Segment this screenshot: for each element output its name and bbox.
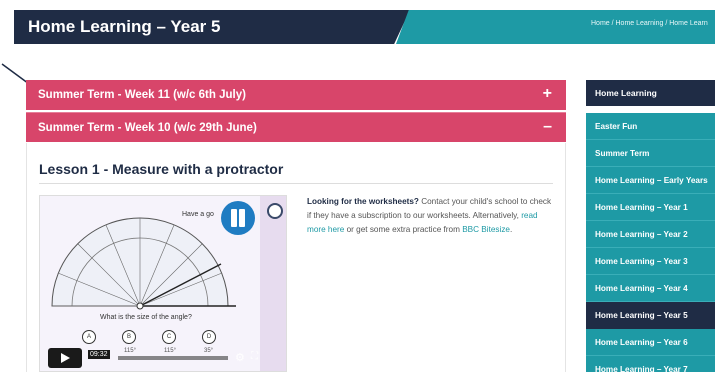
accordion-week-10[interactable]: Summer Term - Week 10 (w/c 29th June) –	[26, 112, 566, 142]
option-a: A	[82, 330, 96, 344]
expand-icon[interactable]: +	[543, 85, 552, 103]
breadcrumb[interactable]: Home / Home Learning / Home Learn	[591, 20, 708, 27]
play-icon[interactable]	[48, 348, 82, 368]
sidebar-heading[interactable]: Home Learning	[586, 80, 715, 106]
video-controls: 09:32 ⚙ ⛶	[48, 348, 268, 368]
accordion-week-11[interactable]: Summer Term - Week 11 (w/c 6th July) +	[26, 80, 566, 110]
question-text: What is the size of the angle?	[100, 314, 192, 321]
sidebar-item-year-4[interactable]: Home Learning – Year 4	[586, 275, 715, 302]
have-a-go-label: Have a go	[182, 211, 214, 218]
option-c: C	[162, 330, 176, 344]
info-text: or get some extra practice from	[344, 225, 463, 234]
video-time: 09:32	[88, 350, 110, 359]
page: Home Learning – Year 5 Home / Home Learn…	[0, 0, 715, 372]
info-heading: Looking for the worksheets?	[307, 197, 419, 206]
breadcrumb-bar	[396, 10, 715, 44]
protractor-image	[51, 217, 236, 310]
collapse-icon[interactable]: –	[543, 118, 552, 136]
bbc-bitesize-link[interactable]: BBC Bitesize	[462, 225, 510, 234]
sidebar-item-early-years[interactable]: Home Learning – Early Years	[586, 167, 715, 194]
info-text: .	[509, 225, 513, 234]
video-player[interactable]: Have a go What is the size of the angle?…	[39, 195, 287, 372]
sidebar-item-year-3[interactable]: Home Learning – Year 3	[586, 248, 715, 275]
page-title: Home Learning – Year 5	[28, 17, 221, 36]
video-progress-bar[interactable]	[118, 356, 228, 360]
video-sidebar	[260, 196, 286, 371]
lesson-title: Lesson 1 - Measure with a protractor	[39, 161, 284, 177]
accordion-panel: Lesson 1 - Measure with a protractor Hav…	[26, 143, 566, 372]
sidebar-item-year-6[interactable]: Home Learning – Year 6	[586, 329, 715, 356]
option-d: D	[202, 330, 216, 344]
sidebar-item-easter-fun[interactable]: Easter Fun	[586, 113, 715, 140]
logo-icon	[267, 203, 283, 219]
pause-icon[interactable]	[221, 201, 255, 235]
sidebar-item-year-7[interactable]: Home Learning – Year 7	[586, 356, 715, 372]
sidebar-item-year-1[interactable]: Home Learning – Year 1	[586, 194, 715, 221]
accordion-label: Summer Term - Week 10 (w/c 29th June)	[38, 121, 257, 134]
option-b: B	[122, 330, 136, 344]
gear-icon[interactable]: ⚙	[235, 351, 245, 364]
worksheet-info: Looking for the worksheets? Contact your…	[307, 195, 552, 237]
sidebar-item-year-2[interactable]: Home Learning – Year 2	[586, 221, 715, 248]
fullscreen-icon[interactable]: ⛶	[251, 351, 258, 362]
divider	[39, 183, 553, 184]
sidebar-nav: Easter Fun Summer Term Home Learning – E…	[586, 113, 715, 372]
accordion-label: Summer Term - Week 11 (w/c 6th July)	[38, 89, 246, 101]
sidebar-item-year-5[interactable]: Home Learning – Year 5	[586, 302, 715, 329]
sidebar-item-summer-term[interactable]: Summer Term	[586, 140, 715, 167]
